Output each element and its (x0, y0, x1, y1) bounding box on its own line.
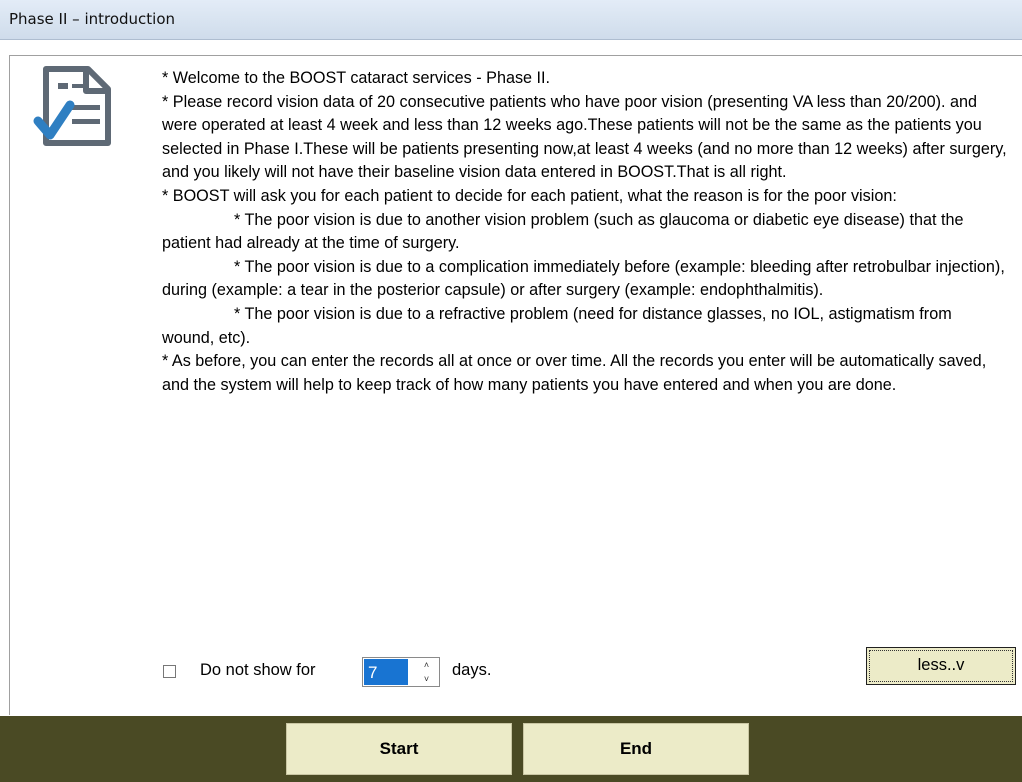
days-spinner[interactable]: 7 ˄ ˅ (362, 657, 440, 687)
intro-paragraph: * BOOST will ask you for each patient to… (162, 186, 897, 205)
document-checklist-icon (33, 66, 111, 146)
intro-paragraph: * Welcome to the BOOST cataract services… (162, 69, 551, 87)
chevron-down-icon[interactable]: ˅ (413, 672, 440, 686)
intro-paragraph: * The poor vision is due to a complicati… (162, 257, 1005, 300)
do-not-show-checkbox[interactable] (163, 665, 176, 678)
do-not-show-label[interactable]: Do not show for (200, 661, 316, 680)
days-label: days. (452, 661, 492, 679)
window-title: Phase II – introduction (9, 10, 176, 28)
window-titlebar: Phase II – introduction (0, 0, 1022, 40)
intro-paragraph: * The poor vision is due to another visi… (162, 210, 964, 253)
intro-panel: * Welcome to the BOOST cataract services… (9, 55, 1022, 715)
end-button[interactable]: End (523, 723, 749, 775)
intro-paragraph: * As before, you can enter the records a… (162, 352, 987, 394)
days-value[interactable]: 7 (364, 659, 408, 685)
bottom-action-bar: Start End (0, 716, 1022, 782)
less-button[interactable]: less..v (866, 647, 1016, 685)
intro-paragraph: * The poor vision is due to a refractive… (162, 304, 952, 347)
intro-paragraph: * Please record vision data of 20 consec… (162, 92, 1007, 182)
chevron-up-icon[interactable]: ˄ (413, 658, 440, 672)
intro-text: * Welcome to the BOOST cataract services… (162, 67, 1007, 397)
spinner-buttons: ˄ ˅ (413, 658, 440, 686)
start-button[interactable]: Start (286, 723, 512, 775)
